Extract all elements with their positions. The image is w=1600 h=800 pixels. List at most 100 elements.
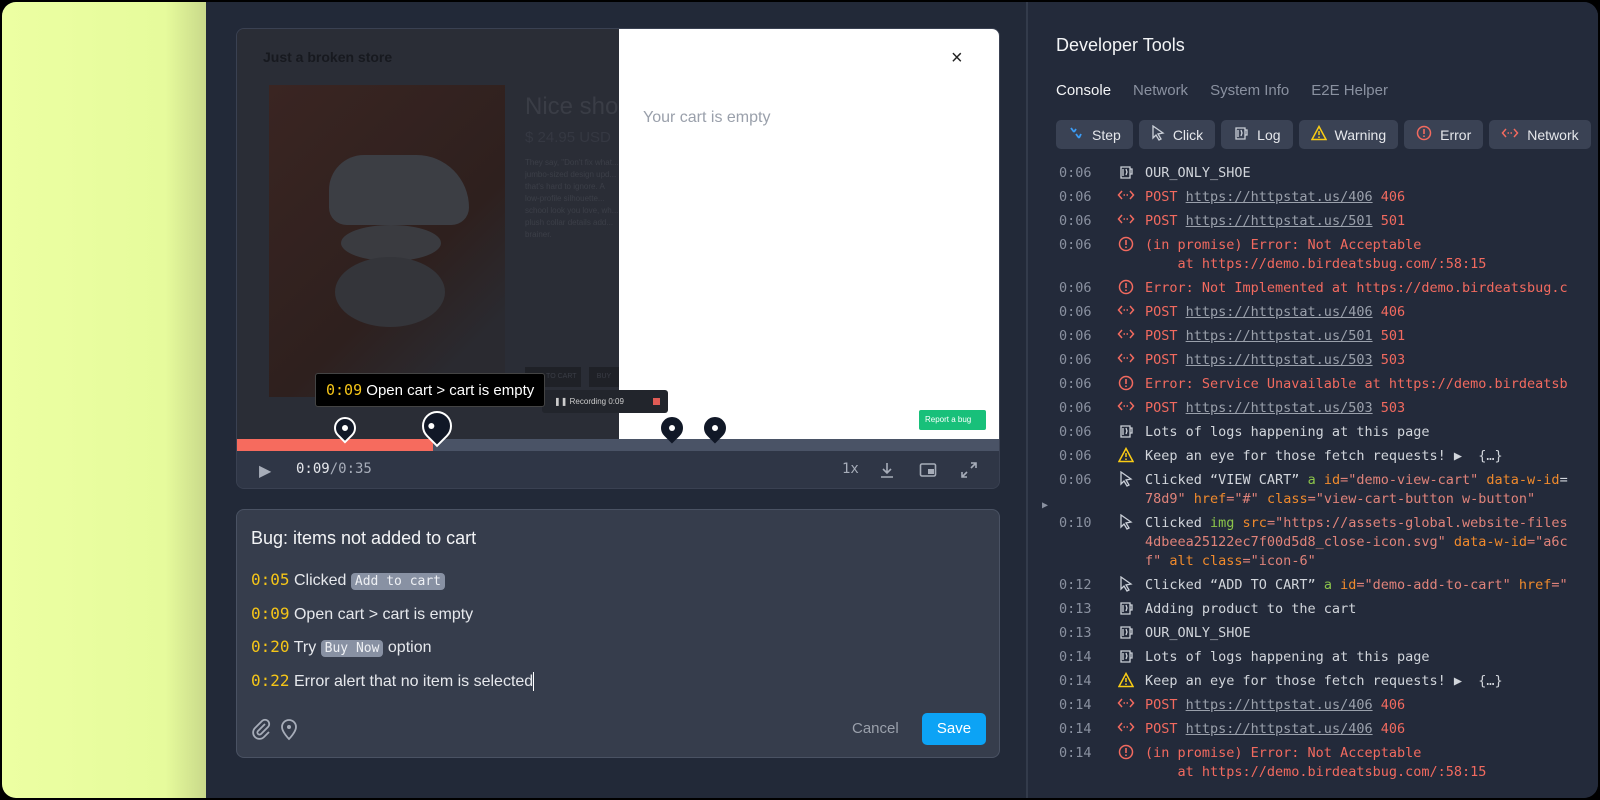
bug-report-editor[interactable]: Bug: items not added to cart 0:05 Clicke… [236,509,1000,758]
console-text: OUR_ONLY_SHOE [1145,624,1251,641]
error-icon [1117,236,1135,258]
bug-title[interactable]: Bug: items not added to cart [251,528,476,549]
speed-button[interactable]: 1x [842,461,859,477]
save-button[interactable]: Save [922,713,986,745]
note-text: option [387,639,432,656]
filter-log-button[interactable]: Log [1221,120,1293,149]
log-icon [1117,648,1135,670]
console-row-log[interactable]: 0:06 Lots of logs happening at this page [1028,420,1598,444]
console-timestamp: 0:06 [1059,471,1092,488]
filter-error-button[interactable]: Error [1404,120,1484,149]
marker-icon[interactable] [279,717,299,746]
console-row-network[interactable]: 0:14 POST https://httpstat.us/406 406 [1028,717,1598,741]
console-row-network[interactable]: 0:06 POST https://httpstat.us/406 406 [1028,185,1598,209]
recording-widget: ❚❚ Recording 0:09 [542,390,668,413]
console-row-error[interactable]: 0:14 (in promise) Error: Not Acceptable a… [1028,741,1598,784]
note-line[interactable]: 0:20 Try Buy Now option [251,637,432,657]
console-message: (in promise) Error: Not Acceptable at ht… [1145,236,1598,274]
note-line[interactable]: 0:09 Open cart > cart is empty [251,604,473,624]
product-title: Nice sho [525,93,619,120]
console-text: Keep an eye for those fetch requests! ▶ … [1145,447,1503,464]
console-row-network[interactable]: 0:06 POST https://httpstat.us/501 501 [1028,324,1598,348]
devtools-title: Developer Tools [1056,35,1185,55]
picture-in-picture-icon[interactable] [919,461,937,482]
console-row-network[interactable]: 0:06 POST https://httpstat.us/503 503 [1028,348,1598,372]
console-link[interactable]: https://httpstat.us/406 [1186,697,1373,713]
fullscreen-icon[interactable] [960,461,978,482]
console-timestamp: 0:06 [1059,327,1092,344]
play-icon[interactable]: ▶ [259,461,271,481]
console-row-network[interactable]: 0:06 POST https://httpstat.us/503 503 [1028,396,1598,420]
tab-e2e-helper[interactable]: E2E Helper [1311,82,1388,99]
note-line[interactable]: 0:05 Clicked Add to cart [251,570,445,590]
attachment-icon[interactable] [251,718,271,745]
product-price: $ 24.95 USD [525,129,611,146]
console-row-network[interactable]: 0:06 POST https://httpstat.us/406 406 [1028,300,1598,324]
console-text: ="demo-view-cart" [1340,471,1487,488]
console-row-log[interactable]: 0:14 Lots of logs happening at this page [1028,645,1598,669]
console-row-error[interactable]: 0:06 Error: Not Implemented at https://de… [1028,276,1598,300]
console-row-log[interactable]: 0:06 OUR_ONLY_SHOE [1028,162,1598,185]
console-message: Clicked “VIEW CART” a id="demo-view-cart… [1145,471,1598,509]
filter-network-button[interactable]: Network [1489,120,1591,149]
tab-network[interactable]: Network [1133,82,1188,99]
console-link[interactable]: https://httpstat.us/501 [1186,213,1373,229]
cancel-button[interactable]: Cancel [852,720,899,737]
console-text: 503 [1372,399,1406,416]
console-line: Clicked “VIEW CART” a id="demo-view-cart… [1145,471,1598,490]
console-line: Clicked “ADD TO CART” a id="demo-add-to-… [1145,576,1598,595]
console-text: (in promise) Error: Not Acceptable [1145,236,1422,253]
console-line: Adding product to the cart [1145,600,1598,619]
console-timestamp: 0:06 [1059,423,1092,440]
console-link[interactable]: https://httpstat.us/406 [1186,189,1373,205]
network-icon [1501,126,1519,143]
network-icon [1117,303,1135,323]
console-text: Error: Not Implemented at https://demo.b… [1145,279,1568,296]
console-message: OUR_ONLY_SHOE [1145,164,1598,183]
note-line[interactable]: 0:22 Error alert that no item is selecte… [251,671,535,691]
console-link[interactable]: https://httpstat.us/406 [1186,304,1373,320]
console-row-log[interactable]: 0:13 OUR_ONLY_SHOE [1028,621,1598,645]
console-row-log[interactable]: 0:13 Adding product to the cart [1028,597,1598,621]
progress-bar[interactable] [237,439,999,451]
console-row-warning[interactable]: 0:06 Keep an eye for those fetch requests… [1028,444,1598,468]
console-row-click[interactable]: 0:06 Clicked “VIEW CART” a id="demo-view-… [1028,468,1598,511]
console-text: Keep an eye for those fetch requests! ▶ … [1145,672,1503,689]
console-link[interactable]: https://httpstat.us/503 [1186,400,1373,416]
note-timestamp[interactable]: 0:09 [251,604,290,623]
console-link[interactable]: https://httpstat.us/503 [1186,352,1373,368]
tab-system-info[interactable]: System Info [1210,82,1289,99]
console-row-click[interactable]: 0:12 Clicked “ADD TO CART” a id="demo-add… [1028,573,1598,597]
download-icon[interactable] [878,461,896,482]
error-icon [1117,744,1135,766]
console-row-error[interactable]: 0:06 (in promise) Error: Not Acceptable a… [1028,233,1598,276]
console-message: POST https://httpstat.us/501 501 [1145,212,1598,231]
video-player[interactable]: Just a broken store Nice sho $ 24.95 USD… [236,28,1000,489]
console-log[interactable]: 0:06 OUR_ONLY_SHOE 0:06 POST https://httpst… [1028,162,1598,798]
progress-fill [237,439,433,451]
console-link[interactable]: https://httpstat.us/501 [1186,328,1373,344]
log-icon [1117,423,1135,445]
note-timestamp[interactable]: 0:05 [251,570,290,589]
note-timestamp[interactable]: 0:20 [251,637,290,656]
console-link[interactable]: https://httpstat.us/406 [1186,721,1373,737]
console-row-warning[interactable]: 0:14 Keep an eye for those fetch requests… [1028,669,1598,693]
filter-step-button[interactable]: Step [1056,120,1133,149]
note-timestamp[interactable]: 0:22 [251,671,290,690]
console-text: at https://demo.birdeatsbug.com/:58:15 [1145,763,1487,780]
tab-console[interactable]: Console [1056,82,1111,99]
console-row-network[interactable]: 0:06 POST https://httpstat.us/501 501 [1028,209,1598,233]
console-timestamp: 0:10 [1059,514,1092,531]
console-row-error[interactable]: 0:06 Error: Service Unavailable at https:… [1028,372,1598,396]
console-text: ="#" [1226,490,1267,507]
expand-triangle-icon[interactable]: ▶ [1042,500,1048,511]
console-text: POST [1145,696,1186,713]
console-row-network[interactable]: 0:14 POST https://httpstat.us/406 406 [1028,693,1598,717]
console-row-click[interactable]: 0:10 Clicked img src="https://assets-glob… [1028,511,1598,573]
filter-click-button[interactable]: Click [1138,120,1216,149]
network-icon [1117,327,1135,347]
console-timestamp: 0:14 [1059,744,1092,761]
filter-warning-button[interactable]: Warning [1298,120,1399,149]
console-text: 78d9" [1145,490,1194,507]
tooltip-text: Open cart > cart is empty [366,382,535,399]
